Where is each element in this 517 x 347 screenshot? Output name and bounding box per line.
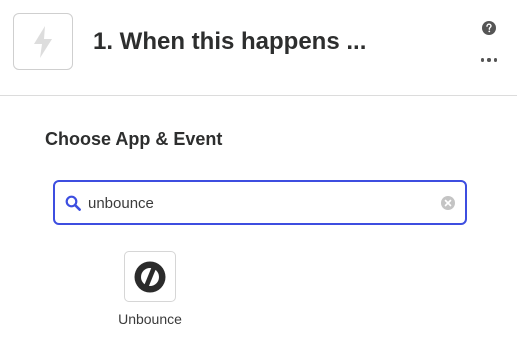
unbounce-logo-icon (134, 261, 166, 292)
bolt-icon (34, 25, 52, 58)
more-horizontal-icon[interactable] (481, 55, 497, 65)
step-title: 1. When this happens ... (93, 28, 367, 55)
help-circle-icon[interactable] (482, 21, 496, 35)
app-result-unbounce[interactable]: Unbounce (105, 251, 195, 331)
search-icon (65, 195, 81, 211)
app-search-field[interactable] (53, 180, 467, 225)
section-title: Choose App & Event (45, 129, 223, 149)
app-tile[interactable] (124, 251, 176, 302)
step-header: 1. When this happens ... (0, 0, 517, 96)
trigger-app-tile[interactable] (13, 13, 73, 70)
search-input[interactable] (88, 191, 428, 215)
app-result-label: Unbounce (118, 311, 182, 327)
clear-search-icon[interactable] (441, 196, 455, 210)
